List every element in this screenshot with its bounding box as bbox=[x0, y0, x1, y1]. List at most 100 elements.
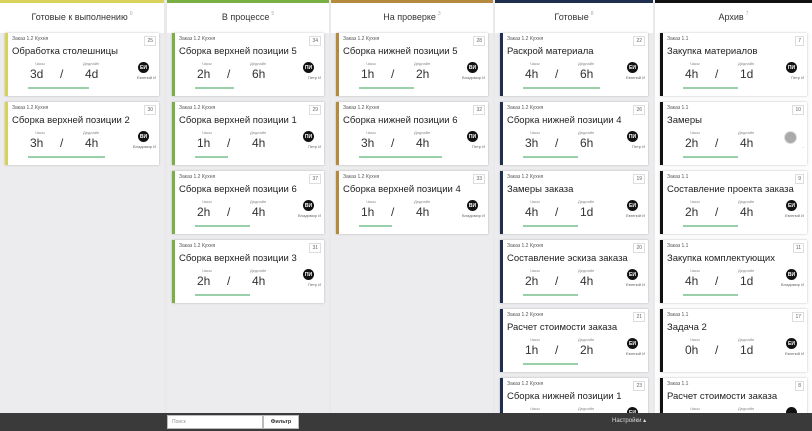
search-input[interactable]: Поиск bbox=[167, 415, 263, 429]
card-title[interactable]: Обработка столешницы bbox=[12, 46, 118, 57]
card-title[interactable]: Закупка материалов bbox=[667, 46, 757, 57]
card-title[interactable]: Задача 2 bbox=[667, 322, 707, 333]
card-title[interactable]: Закупка комплектующих bbox=[667, 253, 775, 264]
card-title[interactable]: Сборка верхней позиции 2 bbox=[12, 115, 130, 126]
deadline-value: 4h bbox=[740, 205, 754, 219]
card-title[interactable]: Расчет стоимости заказа bbox=[507, 322, 617, 333]
task-card[interactable]: Заказ 1.1 11 Закупка комплектующих Часы Дедл… bbox=[660, 240, 807, 303]
deadline-value: 4h bbox=[85, 136, 99, 150]
assignee-name: Евгений И bbox=[625, 282, 645, 287]
assignee-avatar[interactable]: ПИ bbox=[627, 131, 638, 142]
hours-label: Часы bbox=[202, 61, 212, 66]
settings-toggle[interactable]: Настройки ▴ bbox=[612, 417, 646, 424]
filter-button[interactable]: Фильтр bbox=[263, 415, 299, 429]
deadline-value: 4h bbox=[416, 205, 430, 219]
assignee-avatar[interactable]: ЕИ bbox=[786, 338, 797, 349]
task-card[interactable]: Заказ 1.2 Кухня 19 Замеры заказа Часы Дедлай… bbox=[500, 171, 648, 234]
hours-value: 3h bbox=[361, 136, 375, 150]
card-title[interactable]: Раскрой материала bbox=[507, 46, 594, 57]
column-header[interactable]: Готовые 8 bbox=[495, 0, 653, 33]
assignee-avatar[interactable]: ВИ bbox=[138, 131, 149, 142]
hours-deadline-separator: / bbox=[555, 205, 559, 219]
assignee-avatar[interactable]: ЕИ bbox=[786, 200, 797, 211]
assignee-avatar[interactable]: ПИ bbox=[303, 131, 314, 142]
task-card[interactable]: Заказ 1.1 7 Закупка материалов Часы Дедлайн 4… bbox=[660, 33, 807, 96]
column-header[interactable]: В процессе 5 bbox=[167, 0, 329, 33]
card-title[interactable]: Сборка нижней позиции 4 bbox=[507, 115, 622, 126]
assignee-avatar[interactable]: ПИ bbox=[303, 269, 314, 280]
card-project: Заказ 1.1 bbox=[667, 312, 689, 318]
assignee-avatar[interactable]: ВИ bbox=[303, 200, 314, 211]
time-progress-bar bbox=[195, 87, 234, 89]
column-color-bar bbox=[331, 0, 493, 3]
column-color-bar bbox=[0, 0, 164, 3]
column-header[interactable]: Готовые к выполнению 0 bbox=[0, 0, 164, 33]
assignee-avatar[interactable]: ВИ bbox=[786, 269, 797, 280]
deadline-label: Дедлайн bbox=[578, 199, 595, 204]
hours-value: 1h bbox=[525, 343, 539, 357]
column-header[interactable]: Архив 7 bbox=[655, 0, 812, 33]
column-count: 7 bbox=[745, 10, 749, 17]
task-card[interactable]: Заказ 1.2 Кухня 23 Сборка нижней позиции 1… bbox=[500, 378, 648, 413]
task-card[interactable]: Заказ 1.2 Кухня 28 Сборка нижней позиции 5… bbox=[336, 33, 488, 96]
assignee-avatar[interactable]: ПИ bbox=[786, 62, 797, 73]
card-title[interactable]: Замеры bbox=[667, 115, 702, 126]
task-card[interactable]: Заказ 1.2 Кухня 34 Сборка верхней позиции … bbox=[172, 33, 324, 96]
time-progress-bar bbox=[683, 294, 738, 296]
assignee-avatar[interactable]: ВИ bbox=[467, 62, 478, 73]
column-color-bar bbox=[495, 0, 653, 3]
assignee-avatar[interactable]: ЕИ bbox=[138, 62, 149, 73]
deadline-label: Дедлайн bbox=[578, 268, 595, 273]
deadline-label: Дедлайн bbox=[250, 268, 267, 273]
assignee-avatar[interactable]: ЕИ bbox=[627, 62, 638, 73]
time-progress-bar bbox=[28, 156, 105, 158]
card-title[interactable]: Расчет стоимости заказа bbox=[667, 391, 777, 402]
card-title[interactable]: Составление проекта заказа bbox=[667, 184, 794, 195]
hours-value: 1h bbox=[361, 67, 375, 81]
task-card[interactable]: Заказ 1.2 Кухня 20 Составление эскиза зака… bbox=[500, 240, 648, 303]
card-title[interactable]: Сборка верхней позиции 5 bbox=[179, 46, 297, 57]
task-card[interactable]: Заказ 1.2 Кухня 25 Обработка столешницы Час… bbox=[5, 33, 159, 96]
assignee-avatar[interactable]: ЕИ bbox=[627, 200, 638, 211]
hours-value: 2h bbox=[197, 274, 211, 288]
hours-deadline-separator: / bbox=[715, 343, 719, 357]
card-project: Заказ 1.1 bbox=[667, 381, 689, 387]
assignee-avatar[interactable]: ПИ bbox=[303, 62, 314, 73]
task-card[interactable]: Заказ 1.2 Кухня 32 Сборка нижней позиции 6… bbox=[336, 102, 488, 165]
task-card[interactable]: Заказ 1.2 Кухня 30 Сборка верхней позиции … bbox=[5, 102, 159, 165]
card-title[interactable]: Сборка нижней позиции 6 bbox=[343, 115, 458, 126]
card-title[interactable]: Сборка верхней позиции 4 bbox=[343, 184, 461, 195]
deadline-label: Дедлайн bbox=[578, 337, 595, 342]
task-card[interactable]: Заказ 1.2 Кухня 37 Сборка верхней позиции … bbox=[172, 171, 324, 234]
task-card[interactable]: Заказ 1.1 8 Расчет стоимости заказа Часы Дед… bbox=[660, 378, 807, 413]
task-card[interactable]: Заказ 1.2 Кухня 22 Раскрой материала Часы Де… bbox=[500, 33, 648, 96]
task-card[interactable]: Заказ 1.1 17 Задача 2 Часы Дедлайн 0h / 1d ЕИ Евг… bbox=[660, 309, 807, 372]
hours-deadline-separator: / bbox=[555, 343, 559, 357]
column-3: Готовые 8 Заказ 1.2 Кухня 22 Раскрой материа… bbox=[495, 0, 653, 413]
card-title[interactable]: Замеры заказа bbox=[507, 184, 573, 195]
hours-value: 3h bbox=[30, 136, 44, 150]
assignee-avatar[interactable]: ПИ bbox=[467, 131, 478, 142]
task-card[interactable]: Заказ 1.2 Кухня 21 Расчет стоимости заказа… bbox=[500, 309, 648, 372]
deadline-label: Дедлайн bbox=[738, 199, 755, 204]
card-title[interactable]: Сборка верхней позиции 3 bbox=[179, 253, 297, 264]
assignee-avatar[interactable]: ЕИ bbox=[627, 338, 638, 349]
column-header[interactable]: На проверке 3 bbox=[331, 0, 493, 33]
assignee-avatar[interactable] bbox=[784, 131, 797, 144]
task-card[interactable]: Заказ 1.2 Кухня 31 Сборка верхней позиции … bbox=[172, 240, 324, 303]
assignee-avatar[interactable]: ЕИ bbox=[627, 269, 638, 280]
task-card[interactable]: Заказ 1.2 Кухня 26 Сборка нижней позиции 4… bbox=[500, 102, 648, 165]
card-title[interactable]: Сборка верхней позиции 6 bbox=[179, 184, 297, 195]
assignee-avatar[interactable]: ВИ bbox=[467, 200, 478, 211]
card-title[interactable]: Сборка верхней позиции 1 bbox=[179, 115, 297, 126]
assignee-name: Евгений И bbox=[784, 213, 804, 218]
task-card[interactable]: Заказ 1.1 10 Замеры Часы Дедлайн 2h / 4h - bbox=[660, 102, 807, 165]
card-title[interactable]: Сборка нижней позиции 1 bbox=[507, 391, 622, 402]
card-title[interactable]: Составление эскиза заказа bbox=[507, 253, 628, 264]
task-card[interactable]: Заказ 1.2 Кухня 33 Сборка верхней позиции … bbox=[336, 171, 488, 234]
card-project: Заказ 1.1 bbox=[667, 243, 689, 249]
task-card[interactable]: Заказ 1.1 9 Составление проекта заказа Часы… bbox=[660, 171, 807, 234]
time-progress-bar bbox=[359, 225, 392, 227]
task-card[interactable]: Заказ 1.2 Кухня 29 Сборка верхней позиции … bbox=[172, 102, 324, 165]
card-title[interactable]: Сборка нижней позиции 5 bbox=[343, 46, 458, 57]
